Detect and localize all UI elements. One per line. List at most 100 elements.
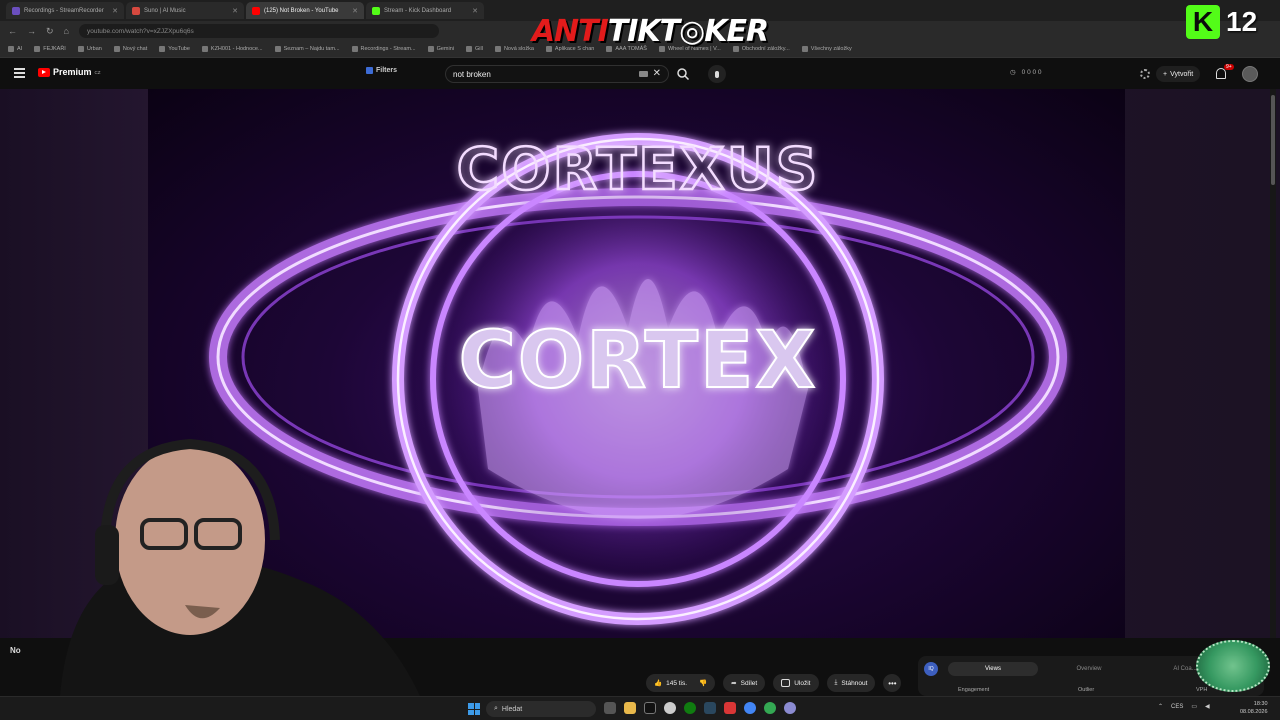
bookmark-folder-icon [801, 46, 808, 52]
app-icon[interactable] [784, 702, 796, 714]
share-button[interactable]: ➦ Sdílet [723, 674, 766, 692]
reload-icon[interactable]: ↻ [46, 26, 54, 37]
xbox-icon[interactable] [684, 702, 696, 714]
tab-favicon-icon [12, 6, 20, 15]
bookmark-item[interactable]: Nový chat [113, 46, 148, 52]
bookmark-label: AI [17, 46, 23, 52]
file-explorer-icon[interactable] [624, 702, 636, 714]
system-tray: ⌃ CES ▭ ◀ [1158, 703, 1210, 711]
youtube-header: Premium CZ Filters not broken ✕ ◷ 0 0 0 … [0, 59, 1280, 89]
home-icon[interactable]: ⌂ [64, 26, 69, 36]
emote-overlay [1196, 640, 1270, 692]
more-actions-icon[interactable]: ••• [883, 674, 902, 692]
obs-icon[interactable] [724, 702, 736, 714]
bookmark-item[interactable]: Gemini [427, 46, 454, 52]
bookmark-item[interactable]: KZH001 - Hodnoce... [201, 46, 263, 52]
browser-tab[interactable]: Recordings - StreamRecorder ✕ [6, 2, 124, 19]
bookmark-folder-icon [113, 46, 120, 52]
label-engagement: Engagement [958, 687, 990, 693]
task-view-icon[interactable] [604, 702, 616, 714]
browser-tab[interactable]: Stream - Kick Dashboard ✕ [366, 2, 484, 19]
create-button[interactable]: + Vytvořit [1156, 66, 1201, 82]
analytics-logo-icon: IQ [924, 662, 938, 676]
gear-icon[interactable] [1140, 69, 1150, 79]
microphone-icon[interactable] [708, 65, 726, 83]
bookmark-item[interactable]: AI [8, 46, 22, 52]
like-button[interactable]: 👍 145 tis. 👎 [646, 674, 716, 692]
language-indicator[interactable]: CES [1171, 704, 1183, 710]
chrome-profile-icon[interactable] [764, 702, 776, 714]
antitiktoker-logo: ANTI TIKT◎KER [500, 5, 800, 57]
bookmark-item[interactable]: Gill [465, 46, 483, 52]
bookmark-icon [781, 679, 791, 687]
bookmark-folder-icon [465, 46, 472, 52]
hamburger-menu-icon[interactable] [14, 68, 25, 78]
headphone-left [95, 525, 119, 585]
search-icon[interactable] [676, 67, 690, 81]
bookmark-folder-icon [351, 46, 358, 52]
volume-icon[interactable]: ◀ [1205, 703, 1210, 710]
filter-icon [366, 67, 373, 74]
close-icon[interactable]: ✕ [232, 7, 238, 15]
tiktok-icon[interactable] [644, 702, 656, 714]
avatar[interactable] [1242, 66, 1258, 82]
youtube-logo[interactable]: Premium CZ [38, 67, 101, 77]
forward-icon[interactable]: → [27, 26, 36, 36]
bookmark-item[interactable]: Recordings - Stream... [351, 46, 416, 52]
share-icon: ➦ [731, 680, 737, 687]
bookmark-item[interactable]: Urban [77, 46, 102, 52]
center-text: CORTEX [459, 316, 818, 406]
bookmark-item[interactable]: FEJKAŘI [34, 46, 66, 52]
windows-start-icon[interactable] [468, 703, 480, 715]
tab-title: Recordings - StreamRecorder [24, 7, 104, 14]
bookmark-label: Všechny záložky [810, 46, 852, 52]
scrollbar-thumb[interactable] [1271, 95, 1275, 185]
close-icon[interactable]: ✕ [472, 7, 478, 15]
taskbar-search-input[interactable]: ⌕ Hledat [486, 701, 596, 717]
back-icon[interactable]: ← [8, 26, 17, 36]
tab-views[interactable]: Views [948, 662, 1038, 676]
thumbs-down-icon[interactable]: 👎 [699, 679, 707, 687]
close-icon[interactable]: ✕ [352, 7, 358, 15]
bookmark-item[interactable]: YouTube [159, 46, 190, 52]
tab-overview[interactable]: Overview [1044, 662, 1134, 676]
search-icon: ⌕ [494, 705, 498, 712]
network-icon[interactable]: ▭ [1191, 703, 1197, 710]
search-input[interactable]: not broken ✕ [445, 65, 669, 83]
notifications-badge: 9+ [1224, 64, 1234, 70]
thumbs-up-icon: 👍 [654, 680, 663, 687]
url-field[interactable]: youtube.com/watch?v=xZJZXpu6q6s [78, 24, 439, 38]
chatgpt-icon[interactable] [664, 702, 676, 714]
tab-favicon-icon [132, 6, 140, 15]
browser-tab-active[interactable]: (125) Not Broken - YouTube ✕ [246, 2, 364, 19]
bookmark-folder-icon [427, 46, 434, 52]
kick-logo-icon: K [1186, 5, 1220, 39]
bookmark-label: KZH001 - Hodnoce... [210, 46, 263, 52]
page-scrollbar[interactable] [1270, 89, 1276, 720]
chrome-icon[interactable] [744, 702, 756, 714]
bookmark-item[interactable]: Seznam – Najdu tam... [274, 46, 340, 52]
browser-tab[interactable]: Suno | AI Music ✕ [126, 2, 244, 19]
clear-search-icon[interactable]: ✕ [653, 68, 661, 79]
label-vph: VPH [1196, 687, 1208, 693]
header-stats: ◷ 0 0 0 0 [1010, 68, 1042, 77]
close-icon[interactable]: ✕ [112, 7, 118, 15]
ring-text: CORTEXUS [457, 135, 820, 203]
save-button[interactable]: Uložit [773, 674, 819, 692]
keyboard-icon[interactable] [639, 71, 648, 77]
bookmark-label: Nový chat [122, 46, 148, 52]
bookmark-item[interactable]: Všechny záložky [801, 46, 852, 52]
bookmark-label: Seznam – Najdu tam... [283, 46, 340, 52]
clock-date: 08.08.2026 [1240, 709, 1268, 715]
webcam-overlay [60, 438, 420, 696]
download-button[interactable]: ⤓ Stáhnout [826, 674, 876, 692]
header-stats-values: 0 0 0 0 [1021, 68, 1042, 76]
steam-icon[interactable] [704, 702, 716, 714]
taskbar-clock[interactable]: 18:30 08.08.2026 [1240, 700, 1268, 716]
filters-button[interactable]: Filters [366, 67, 397, 74]
chevron-up-icon[interactable]: ⌃ [1158, 703, 1163, 710]
download-label: Stáhnout [841, 679, 868, 687]
like-count: 145 tis. [666, 679, 688, 687]
notifications-bell-icon[interactable] [1216, 68, 1226, 79]
bookmark-label: Gill [474, 46, 483, 52]
